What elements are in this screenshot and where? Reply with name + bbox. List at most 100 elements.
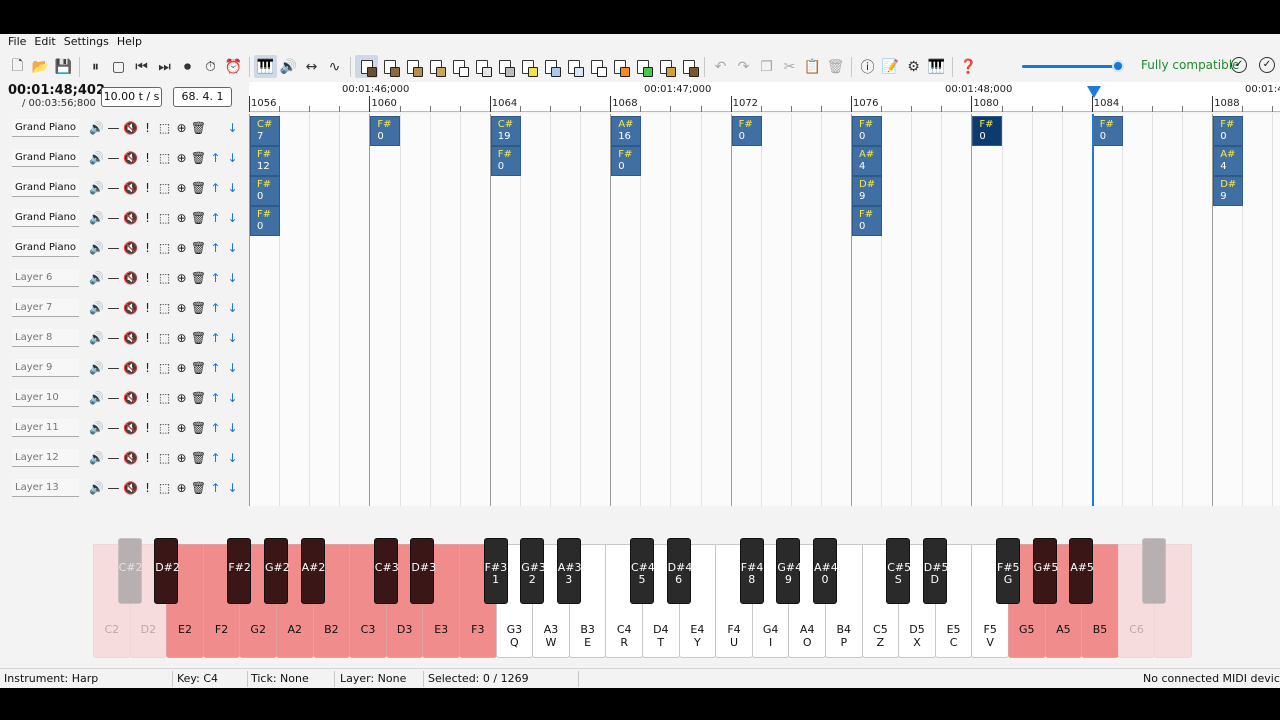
lock-icon[interactable]: — bbox=[105, 270, 122, 286]
lock-icon[interactable]: — bbox=[105, 480, 122, 496]
speaker-icon[interactable]: 🔊 bbox=[88, 120, 105, 136]
select-layer-icon[interactable]: ⬚ bbox=[156, 150, 173, 166]
position-field[interactable]: 68. 4. 1 bbox=[173, 87, 232, 107]
delete-layer-icon[interactable]: 🗑 bbox=[190, 480, 207, 496]
speaker-icon[interactable]: 🔊 bbox=[88, 390, 105, 406]
lock-icon[interactable]: — bbox=[105, 360, 122, 376]
open-folder-icon[interactable]: 📂 bbox=[29, 55, 52, 78]
note-grid[interactable]: C# 7 F# 12 F# 0 F# 0 F# 0 C# 19 F# 0 A# 16 F# 0 F# 0 F# 0 A# 4 D… bbox=[249, 114, 1280, 506]
add-layer-icon[interactable]: ⊕ bbox=[173, 240, 190, 256]
delete-icon[interactable]: 🗑 bbox=[824, 55, 847, 78]
move-down-icon[interactable]: ↓ bbox=[224, 330, 241, 346]
select-layer-icon[interactable]: ⬚ bbox=[156, 300, 173, 316]
layer-name-field[interactable]: Grand Piano bbox=[12, 119, 79, 137]
mute-layer-icon[interactable]: 🔇 bbox=[122, 420, 139, 436]
black-key[interactable]: G#4 9 bbox=[776, 538, 802, 604]
delete-layer-icon[interactable]: 🗑 bbox=[190, 300, 207, 316]
note-block[interactable]: F# 0 bbox=[852, 116, 882, 146]
instrument-8-icon[interactable] bbox=[516, 55, 539, 78]
move-down-icon[interactable]: ↓ bbox=[224, 120, 241, 136]
add-layer-icon[interactable]: ⊕ bbox=[173, 480, 190, 496]
mute-metronome-icon[interactable]: ⏱ bbox=[199, 55, 222, 78]
layer-name-field[interactable]: Layer 11 bbox=[12, 419, 79, 437]
layer-name-field[interactable]: Layer 9 bbox=[12, 359, 79, 377]
instrument-14-icon[interactable] bbox=[654, 55, 677, 78]
instrument-7-icon[interactable] bbox=[493, 55, 516, 78]
mute-layer-icon[interactable]: 🔇 bbox=[122, 150, 139, 166]
delete-layer-icon[interactable]: 🗑 bbox=[190, 450, 207, 466]
black-key[interactable]: G#3 2 bbox=[520, 538, 546, 604]
solo-icon[interactable]: ! bbox=[139, 150, 156, 166]
instrument-2-icon[interactable] bbox=[378, 55, 401, 78]
piano-view-icon[interactable]: 🎹 bbox=[254, 55, 277, 78]
check-circle-icon[interactable]: ✓ bbox=[1231, 57, 1247, 73]
layer-name-field[interactable]: Layer 12 bbox=[12, 449, 79, 467]
move-up-icon[interactable]: ↑ bbox=[207, 420, 224, 436]
black-key[interactable]: A#4 0 bbox=[813, 538, 838, 604]
rewind-icon[interactable]: ⏮ bbox=[130, 55, 153, 78]
note-block[interactable]: F# 0 bbox=[250, 206, 280, 236]
mute-layer-icon[interactable]: 🔇 bbox=[122, 480, 139, 496]
menu-file[interactable]: File bbox=[4, 34, 30, 50]
select-layer-icon[interactable]: ⬚ bbox=[156, 120, 173, 136]
black-key[interactable]: F#2 bbox=[227, 538, 252, 604]
check-circle-icon-2[interactable]: ✓ bbox=[1259, 57, 1275, 73]
solo-icon[interactable]: ! bbox=[139, 480, 156, 496]
instrument-15-icon[interactable] bbox=[677, 55, 700, 78]
black-key[interactable]: D#3 bbox=[410, 538, 436, 604]
delete-layer-icon[interactable]: 🗑 bbox=[190, 270, 207, 286]
instrument-settings-icon[interactable]: ⚙ bbox=[902, 55, 925, 78]
note-block[interactable]: F# 0 bbox=[1092, 116, 1123, 146]
instrument-1-icon[interactable] bbox=[355, 55, 378, 78]
layer-name-field[interactable]: Grand Piano bbox=[12, 209, 79, 227]
move-down-icon[interactable]: ↓ bbox=[224, 210, 241, 226]
mute-layer-icon[interactable]: 🔇 bbox=[122, 360, 139, 376]
lock-icon[interactable]: — bbox=[105, 420, 122, 436]
solo-icon[interactable]: ! bbox=[139, 360, 156, 376]
move-up-icon[interactable]: ↑ bbox=[207, 240, 224, 256]
move-up-icon[interactable]: ↑ bbox=[207, 450, 224, 466]
record-icon[interactable]: ⏺ bbox=[176, 55, 199, 78]
move-down-icon[interactable]: ↓ bbox=[224, 450, 241, 466]
solo-icon[interactable]: ! bbox=[139, 240, 156, 256]
black-key[interactable]: D#4 6 bbox=[666, 538, 692, 604]
solo-icon[interactable]: ! bbox=[139, 390, 156, 406]
cut-icon[interactable]: ✂ bbox=[778, 55, 801, 78]
move-down-icon[interactable]: ↓ bbox=[224, 180, 241, 196]
move-up-icon[interactable]: ↑ bbox=[207, 150, 224, 166]
delete-layer-icon[interactable]: 🗑 bbox=[190, 180, 207, 196]
black-key[interactable]: A#3 3 bbox=[556, 538, 582, 604]
black-key[interactable]: D#5 D bbox=[922, 538, 948, 604]
note-block[interactable]: F# 12 bbox=[250, 146, 280, 176]
move-down-icon[interactable]: ↓ bbox=[224, 480, 241, 496]
alarm-off-icon[interactable]: ⏰ bbox=[222, 55, 245, 78]
select-layer-icon[interactable]: ⬚ bbox=[156, 180, 173, 196]
mute-layer-icon[interactable]: 🔇 bbox=[122, 210, 139, 226]
lock-icon[interactable]: — bbox=[105, 450, 122, 466]
black-key[interactable]: G#5 bbox=[1032, 538, 1058, 604]
lock-icon[interactable]: — bbox=[105, 390, 122, 406]
speaker-icon[interactable]: 🔊 bbox=[88, 480, 105, 496]
lock-icon[interactable]: — bbox=[105, 330, 122, 346]
delete-layer-icon[interactable]: 🗑 bbox=[190, 330, 207, 346]
black-key[interactable]: D#2 bbox=[154, 538, 180, 604]
layer-name-field[interactable]: Layer 10 bbox=[12, 389, 79, 407]
layer-name-field[interactable]: Grand Piano bbox=[12, 239, 79, 257]
stop-icon[interactable]: ▢ bbox=[107, 55, 130, 78]
lock-icon[interactable]: — bbox=[105, 150, 122, 166]
new-song-icon[interactable]: 🗋 bbox=[6, 55, 29, 78]
midi-devices-icon[interactable]: 🎹 bbox=[925, 55, 948, 78]
lock-icon[interactable]: — bbox=[105, 180, 122, 196]
menu-edit[interactable]: Edit bbox=[30, 34, 59, 50]
solo-icon[interactable]: ! bbox=[139, 120, 156, 136]
instrument-9-icon[interactable] bbox=[539, 55, 562, 78]
note-block[interactable]: A# 4 bbox=[1213, 146, 1244, 176]
undo-icon[interactable]: ↶ bbox=[709, 55, 732, 78]
fit-width-icon[interactable]: ↔ bbox=[300, 55, 323, 78]
move-up-icon[interactable]: ↑ bbox=[207, 180, 224, 196]
copy-icon[interactable]: ❐ bbox=[755, 55, 778, 78]
note-block[interactable]: A# 16 bbox=[611, 116, 642, 146]
add-layer-icon[interactable]: ⊕ bbox=[173, 390, 190, 406]
delete-layer-icon[interactable]: 🗑 bbox=[190, 240, 207, 256]
add-layer-icon[interactable]: ⊕ bbox=[173, 150, 190, 166]
